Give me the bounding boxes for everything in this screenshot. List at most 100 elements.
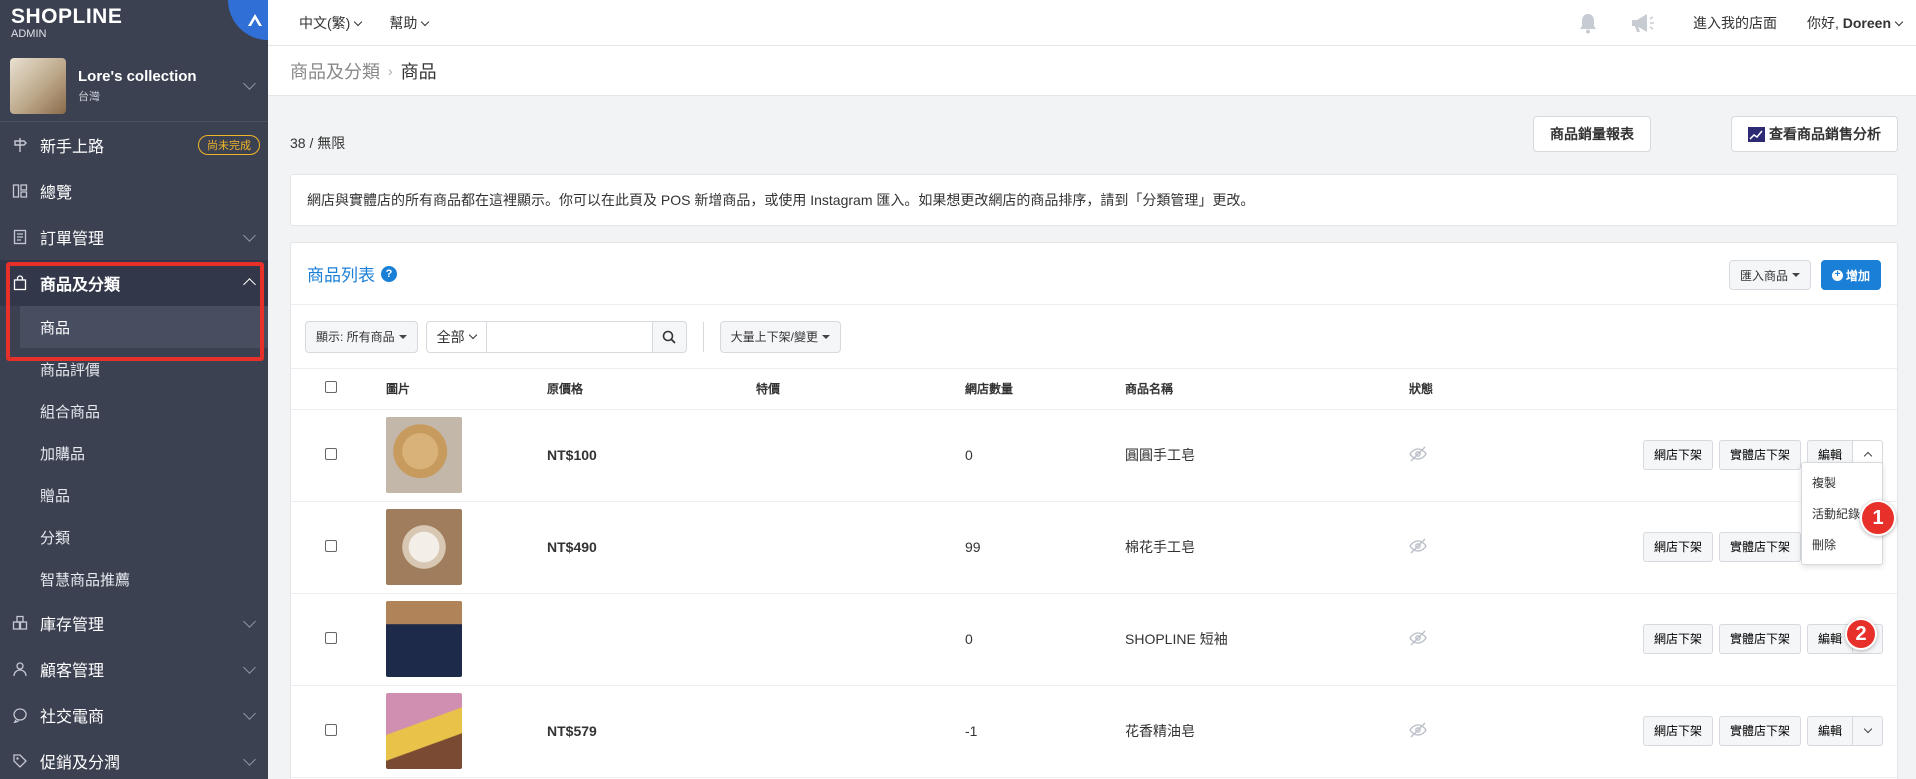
online-unpublish-button[interactable]: 網店下架 [1642,715,1713,746]
edit-split-button: 編輯 [1806,715,1883,746]
header-quantity: 網店數量 [965,369,1125,410]
sidebar-item-promotions[interactable]: 促銷及分潤 [0,738,268,779]
sidebar-item-label: 庫存管理 [40,617,105,634]
user-icon [12,661,28,677]
product-quantity: 0 [965,409,1125,502]
hidden-eye-icon [1409,630,1427,645]
sidebar-subitem-recommendations[interactable]: 智慧商品推薦 [0,558,268,600]
search-input[interactable] [486,320,653,353]
visit-store-link[interactable]: 進入我的店面 [1693,13,1777,33]
row-checkbox[interactable] [325,632,337,644]
hidden-eye-icon [1409,538,1427,553]
store-unpublish-button[interactable]: 實體店下架 [1718,715,1801,746]
sidebar-subitem-gifts[interactable]: 贈品 [0,474,268,516]
user-name: Doreen [1842,14,1891,31]
sales-analysis-button[interactable]: 查看商品銷售分析 [1731,116,1898,152]
store-unpublish-button[interactable]: 實體店下架 [1718,623,1801,654]
table-row: 0 SHOPLINE 短袖 網店下架 實體店下架 編輯 [291,593,1897,686]
scope-label: 全部 [436,328,465,345]
table-header-row: 圖片 原價格 特價 網店數量 商品名稱 狀態 [291,369,1897,410]
sidebar-item-overview[interactable]: 總覽 [0,168,268,214]
display-filter-label: 顯示: 所有商品 [316,330,395,344]
sidebar-subitem-addons[interactable]: 加購品 [0,432,268,474]
product-image[interactable] [386,693,462,769]
breadcrumb-separator-icon: › [388,62,393,79]
product-price: NT$490 [547,539,597,555]
row-checkbox[interactable] [325,448,337,460]
hidden-eye-icon [1409,722,1427,737]
product-special-price [756,501,965,594]
online-unpublish-button[interactable]: 網店下架 [1642,439,1713,470]
add-product-button[interactable]: + 增加 [1820,260,1881,290]
megaphone-icon[interactable] [1629,12,1655,34]
store-unpublish-button[interactable]: 實體店下架 [1718,531,1801,562]
user-menu[interactable]: 你好, Doreen [1807,13,1904,33]
display-filter-button[interactable]: 顯示: 所有商品 [305,320,418,353]
product-name[interactable]: 花香精油皂 [1125,685,1409,778]
breadcrumb: 商品及分類 › 商品 [268,46,1916,96]
product-image[interactable] [386,417,462,493]
chevron-down-icon [243,614,256,628]
sidebar-item-orders[interactable]: 訂單管理 [0,214,268,260]
product-special-price [756,593,965,686]
hidden-eye-icon [1409,446,1427,461]
chevron-down-icon [1863,724,1872,734]
highlight-annotation [6,262,264,361]
import-products-button[interactable]: 匯入商品 [1728,260,1811,290]
help-menu[interactable]: 幫助 [389,13,430,33]
product-image[interactable] [386,509,462,585]
chat-icon [12,707,28,723]
product-name[interactable]: 圓圓手工皂 [1125,409,1409,502]
sidebar-item-customers[interactable]: 顧客管理 [0,646,268,692]
select-all-checkbox[interactable] [325,381,337,394]
bell-icon[interactable] [1577,12,1599,34]
shopline-logo[interactable]: SHOPLINE ADMIN [0,0,268,50]
chevron-down-icon [243,706,256,720]
corner-logo-icon [228,0,268,40]
panel-title: 商品列表 [307,266,375,285]
store-avatar [10,57,66,114]
menu-item-duplicate[interactable]: 複製 [1802,467,1882,498]
filter-row: 顯示: 所有商品 全部 大量上下架/變更 [291,305,1897,369]
bulk-label: 大量上下架/變更 [730,330,819,344]
sales-report-button[interactable]: 商品銷量報表 [1533,116,1651,152]
table-row: NT$490 99 棉花手工皂 網店下架 實體店下架 [291,501,1897,594]
edit-button[interactable]: 編輯 [1806,715,1853,746]
chevron-down-icon [243,660,256,674]
search-button[interactable] [652,320,687,353]
sidebar-item-inventory[interactable]: 庫存管理 [0,600,268,646]
sidebar-item-onboarding[interactable]: 新手上路 尚未完成 [0,122,268,168]
product-name[interactable]: 棉花手工皂 [1125,501,1409,594]
sidebar-item-label: 促銷及分潤 [40,755,121,772]
store-name: Lore's collection [78,67,197,85]
sidebar-subitem-bundles[interactable]: 組合商品 [0,390,268,432]
table-row: NT$100 0 圓圓手工皂 網店下架 實體店下架 編輯 [291,409,1897,502]
product-image[interactable] [386,601,462,677]
chevron-down-icon [243,752,256,766]
sidebar-subitem-categories[interactable]: 分類 [0,516,268,558]
row-checkbox[interactable] [325,540,337,552]
product-quantity: 0 [965,593,1125,686]
language-menu[interactable]: 中文(繁) [299,13,363,33]
product-table: 圖片 原價格 特價 網店數量 商品名稱 狀態 NT$100 0 圓圓手工皂 網店… [291,369,1897,778]
more-actions-toggle[interactable] [1853,715,1883,746]
online-unpublish-button[interactable]: 網店下架 [1642,623,1713,654]
store-switcher[interactable]: Lore's collection 台灣 [0,50,268,122]
help-label: 幫助 [389,14,418,31]
store-unpublish-button[interactable]: 實體店下架 [1718,439,1801,470]
search-icon [662,330,676,344]
product-quantity: -1 [965,685,1125,778]
bulk-update-button[interactable]: 大量上下架/變更 [719,320,842,353]
product-name[interactable]: SHOPLINE 短袖 [1125,593,1409,686]
plus-circle-icon: + [1831,269,1843,281]
breadcrumb-parent[interactable]: 商品及分類 [290,58,380,84]
product-special-price [756,685,965,778]
search-group: 全部 [425,320,687,353]
chevron-down-icon [243,228,256,242]
scope-select[interactable]: 全部 [425,320,487,353]
help-icon[interactable]: ? [381,265,397,282]
chevron-down-icon [421,17,430,26]
row-checkbox[interactable] [325,724,337,736]
online-unpublish-button[interactable]: 網店下架 [1642,531,1713,562]
sidebar-item-social[interactable]: 社交電商 [0,692,268,738]
